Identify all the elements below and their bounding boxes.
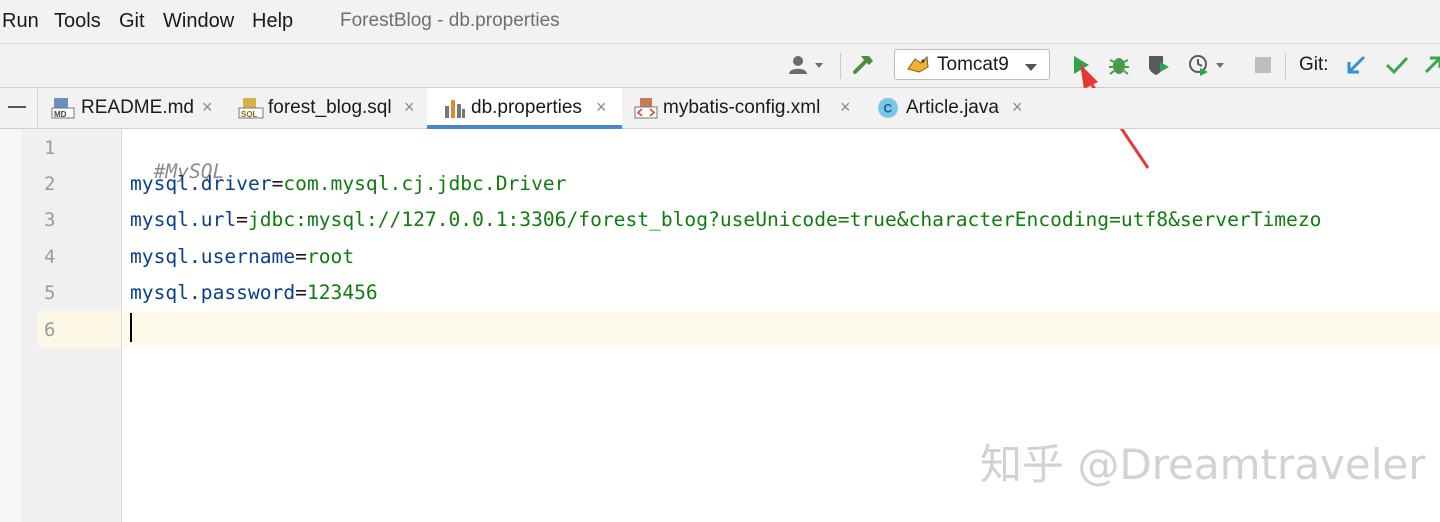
tab-label: db.properties xyxy=(471,97,582,118)
editor-tab-bar: MD README.md × SQL forest_blog.sql × db.… xyxy=(0,88,1440,129)
tab-label: forest_blog.sql xyxy=(268,97,392,118)
tab-db-properties[interactable]: db.properties × xyxy=(427,88,622,129)
close-icon[interactable]: × xyxy=(1012,96,1023,118)
toolbar-separator xyxy=(840,53,841,79)
svg-text:MD: MD xyxy=(54,110,67,119)
svg-text:C: C xyxy=(884,102,893,116)
stop-icon[interactable] xyxy=(1250,52,1276,78)
user-icon[interactable] xyxy=(787,52,823,78)
toolbar-separator xyxy=(1285,53,1286,79)
menu-tools[interactable]: Tools xyxy=(54,9,101,33)
menu-git[interactable]: Git xyxy=(119,9,145,33)
property-value: 123456 xyxy=(306,281,378,304)
sql-icon: SQL xyxy=(238,96,264,120)
markdown-icon: MD xyxy=(51,96,75,120)
property-key: mysql.username xyxy=(130,245,296,268)
close-icon[interactable]: × xyxy=(840,96,851,118)
line-number: 4 xyxy=(44,246,56,268)
tab-label: Article.java xyxy=(906,97,999,118)
svg-text:SQL: SQL xyxy=(241,110,258,119)
tab-readme[interactable]: MD README.md × xyxy=(38,88,230,128)
tab-bar-left-panel xyxy=(0,88,38,128)
code-line[interactable]: mysql.password=123456 xyxy=(130,281,378,305)
code-line[interactable]: mysql.username=root xyxy=(130,245,354,269)
xml-icon xyxy=(634,96,658,120)
tab-forest-blog-sql[interactable]: SQL forest_blog.sql × xyxy=(230,88,427,128)
editor-left-strip xyxy=(0,129,22,522)
code-line[interactable]: mysql.url=jdbc:mysql://127.0.0.1:3306/fo… xyxy=(130,208,1321,232)
git-push-icon[interactable] xyxy=(1424,52,1440,78)
property-key: mysql.driver xyxy=(130,172,272,195)
property-value: root xyxy=(306,245,355,268)
line-number: 3 xyxy=(44,209,56,231)
tab-label: README.md xyxy=(81,97,194,118)
java-class-icon: C xyxy=(876,96,900,120)
line-number: 2 xyxy=(44,173,56,195)
close-icon[interactable]: × xyxy=(202,96,213,118)
main-toolbar: Tomcat9 Git: xyxy=(0,44,1440,88)
window-title: ForestBlog - db.properties xyxy=(340,10,560,31)
equals-sign: = xyxy=(271,172,284,195)
property-key: mysql.password xyxy=(130,281,296,304)
property-key: mysql.url xyxy=(130,208,237,231)
close-icon[interactable]: × xyxy=(404,96,415,118)
menu-help[interactable]: Help xyxy=(252,9,293,33)
close-icon[interactable]: × xyxy=(596,96,607,118)
menu-run[interactable]: Run xyxy=(2,9,39,33)
properties-icon xyxy=(443,96,467,120)
line-number: 6 xyxy=(44,319,56,341)
hammer-icon[interactable] xyxy=(851,52,877,78)
git-label: Git: xyxy=(1299,54,1329,75)
code-line[interactable]: mysql.driver=com.mysql.cj.jdbc.Driver xyxy=(130,172,566,196)
chevron-down-icon xyxy=(1024,60,1038,78)
property-value: jdbc:mysql://127.0.0.1:3306/forest_blog?… xyxy=(247,208,1322,231)
tab-label: mybatis-config.xml xyxy=(663,97,821,118)
git-update-icon[interactable] xyxy=(1344,52,1370,78)
equals-sign: = xyxy=(236,208,248,231)
current-line-highlight[interactable] xyxy=(122,311,1440,347)
equals-sign: = xyxy=(295,245,307,268)
tab-article-java[interactable]: C Article.java × xyxy=(864,88,1044,128)
text-caret xyxy=(130,313,132,342)
run-configuration-select[interactable]: Tomcat9 xyxy=(894,49,1050,80)
menu-bar: Run Tools Git Window Help ForestBlog - d… xyxy=(0,0,1440,44)
minimize-icon[interactable] xyxy=(8,106,26,108)
line-number: 1 xyxy=(44,137,56,159)
equals-sign: = xyxy=(295,281,307,304)
profiler-icon[interactable] xyxy=(1186,52,1224,78)
line-number: 5 xyxy=(44,282,56,304)
property-value: com.mysql.cj.jdbc.Driver xyxy=(283,172,567,195)
menu-window[interactable]: Window xyxy=(163,9,234,33)
tab-mybatis-config-xml[interactable]: mybatis-config.xml × xyxy=(622,88,864,128)
git-commit-icon[interactable] xyxy=(1384,52,1410,78)
watermark: 知乎 @Dreamtraveler xyxy=(980,440,1426,489)
tomcat-icon xyxy=(905,53,931,79)
run-configuration-label: Tomcat9 xyxy=(937,54,1009,75)
